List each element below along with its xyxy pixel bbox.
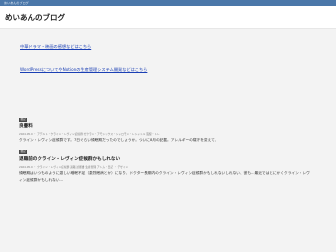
category-badge[interactable]: 雑記 [19,118,28,122]
post-meta: 2024.05.0 ・ アデルト・クライン・レヴィン症候群 ゼクラン・アモシック… [19,132,160,136]
post-meta: 2024.05.0 ・ クライン・レヴィン症候群 退職 診断書 生産管理 アトム… [19,165,129,169]
site-header: めいあんのブログ [0,6,336,29]
post-excerpt: 傾眠期はいつものように激しい睡眠不足（激烈眠病とか）になり、ドクター長期内のクラ… [19,170,319,184]
excerpt-line: クライン・レヴィン症候群です。7日ぐらい傾眠期だったのでしょうか。ついに8月の記… [19,138,219,142]
excerpt-line: ィン症候群かもしれない... [19,178,64,182]
post-excerpt: クライン・レヴィン症候群です。7日ぐらい傾眠期だったのでしょうか。ついに8月の記… [19,137,319,144]
post-title-link[interactable]: 退職前のクライン・レヴィン症候群かもしれない [19,156,120,162]
wordpress-notion-link[interactable]: WordPressについてやNotionの生産管理システム開発などはこちら [20,67,147,73]
post-title-link[interactable]: 良書料 [19,123,33,129]
drama-reviews-link[interactable]: 中華ドラマ・映画の感想などはこちら [20,44,91,50]
site-title-link[interactable]: めいあんのブログ [5,12,65,23]
category-badge[interactable]: 雑記 [19,150,28,154]
excerpt-line: 傾眠期はいつものように激しい睡眠不足（激烈眠病とか）になり、ドクター長期内のクラ… [19,171,310,175]
